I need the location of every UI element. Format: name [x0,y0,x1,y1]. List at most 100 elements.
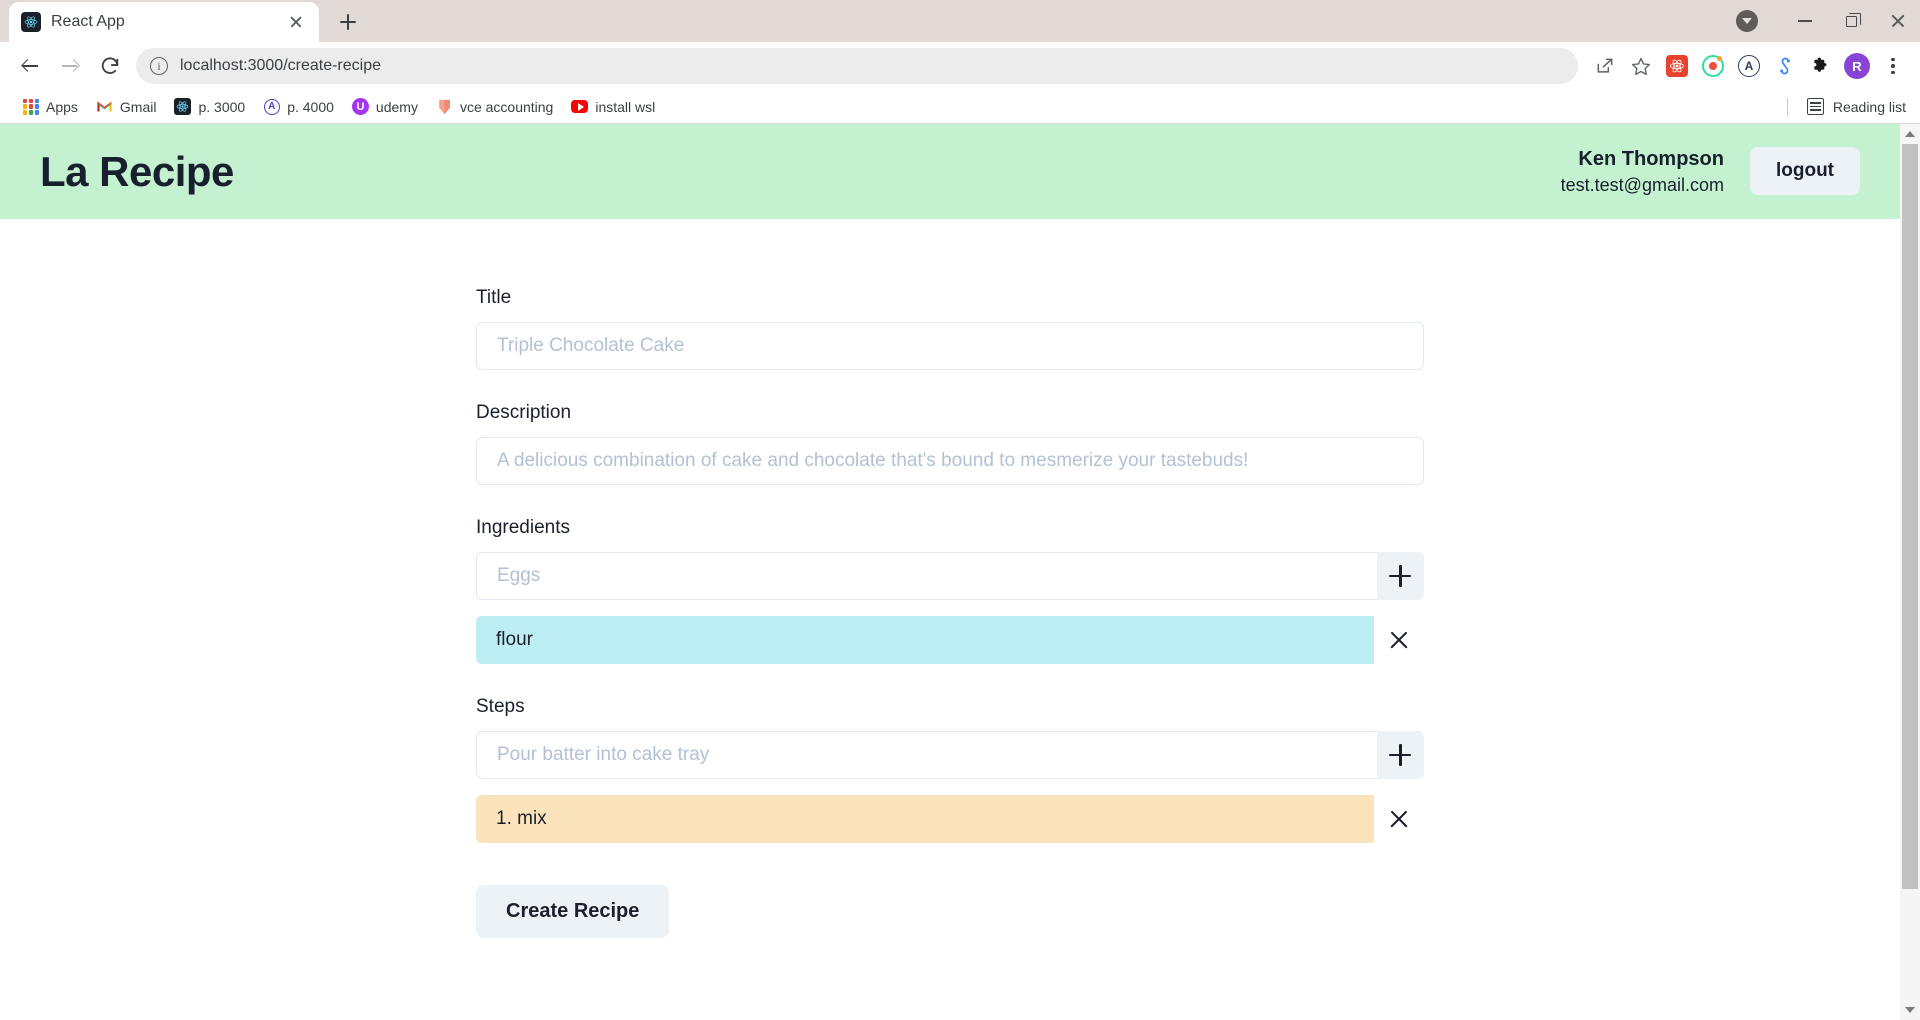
maximize-button[interactable] [1828,0,1874,42]
share-icon[interactable] [1588,49,1622,83]
remove-ingredient-button[interactable] [1374,616,1424,664]
bookmarks-bar: Apps Gmail p. 3000 A p. 4000 U udemy vce… [0,90,1920,124]
ingredient-list-item: flour [476,616,1424,664]
reading-list-icon [1806,98,1824,115]
bookmark-p3000[interactable]: p. 3000 [165,94,254,119]
new-tab-button[interactable] [331,5,365,39]
plus-icon [1389,565,1412,587]
scroll-down-icon[interactable] [1900,1000,1920,1020]
star-icon[interactable] [1624,49,1658,83]
bookmark-label: install wsl [595,98,656,115]
forward-button[interactable] [50,46,90,86]
blue-molecule-extension-icon[interactable] [1768,49,1802,83]
scrollbar-thumb[interactable] [1902,144,1918,889]
bookmark-label: p. 4000 [287,98,334,115]
minimize-button[interactable] [1782,0,1828,42]
youtube-icon [571,98,589,115]
bookmark-install-wsl[interactable]: install wsl [562,94,664,119]
ingredients-label: Ingredients [476,517,571,538]
ingredients-field-group: Ingredients flour [476,517,1424,664]
app-header: La Recipe Ken Thompson test.test@gmail.c… [0,124,1900,219]
description-input[interactable] [476,437,1424,485]
bookmark-label: vce accounting [459,98,554,115]
avatar-initial: R [1844,53,1870,79]
submit-row: Create Recipe [476,885,1424,938]
form-container: Title Description Ingredients [0,219,1900,1020]
bookmark-apps[interactable]: Apps [14,95,87,119]
web-page: La Recipe Ken Thompson test.test@gmail.c… [0,124,1900,1020]
browser-tab[interactable]: React App [9,2,319,42]
gmail-icon [96,98,113,115]
description-label: Description [476,402,572,423]
description-field-group: Description [476,402,1424,485]
create-recipe-form: Title Description Ingredients [476,287,1424,1020]
step-input[interactable] [476,731,1377,779]
browser-window: React App i localhost:3000/create-recipe [0,0,1920,1020]
bookmark-label: Gmail [119,98,157,115]
title-input[interactable] [476,322,1424,370]
add-step-button[interactable] [1376,731,1424,779]
toolbar-icons: A R [1588,49,1910,83]
logout-button[interactable]: logout [1749,147,1860,196]
close-icon [1388,808,1410,830]
ingredient-entry-row [476,552,1424,600]
scroll-up-icon[interactable] [1900,124,1920,144]
page-title: La Recipe [40,147,234,195]
page-scrollbar[interactable] [1900,124,1920,1020]
shield-icon [436,98,453,115]
user-area: Ken Thompson test.test@gmail.com logout [1561,146,1860,197]
react-devtools-extension-icon[interactable] [1660,49,1694,83]
window-controls [1736,0,1920,42]
step-list-item: 1. mix [476,795,1424,843]
bookmark-udemy[interactable]: U udemy [343,94,427,119]
chrome-menu-icon[interactable] [1876,49,1910,83]
info-circle-icon[interactable]: i [150,57,168,75]
title-field-group: Title [476,287,1424,370]
title-label: Title [476,287,512,308]
scrollbar-track[interactable] [1900,144,1920,1000]
bookmark-label: p. 3000 [198,98,246,115]
divider [1786,97,1788,116]
address-bar[interactable]: i localhost:3000/create-recipe [136,48,1578,84]
circled-a-icon: A [263,98,280,115]
add-ingredient-button[interactable] [1376,552,1424,600]
tab-strip: React App [0,0,1920,42]
circled-a-extension-icon[interactable]: A [1732,49,1766,83]
reading-list-button[interactable]: Reading list [1786,97,1906,116]
browser-toolbar: i localhost:3000/create-recipe A R [0,42,1920,90]
back-button[interactable] [10,46,50,86]
user-email: test.test@gmail.com [1560,174,1724,195]
user-info: Ken Thompson test.test@gmail.com [1561,146,1724,197]
reload-button[interactable] [90,46,130,86]
udemy-icon: U [351,98,369,115]
bookmark-gmail[interactable]: Gmail [87,94,166,119]
puzzle-extensions-icon[interactable] [1804,49,1838,83]
apps-grid-icon [23,98,39,115]
bookmark-p4000[interactable]: A p. 4000 [254,94,343,119]
step-entry-row [476,731,1424,779]
tab-search-icon[interactable] [1736,10,1758,32]
reading-list-label: Reading list [1832,98,1906,115]
step-item-text: 1. mix [476,795,1374,843]
steps-label: Steps [476,696,525,717]
bookmark-vce-accounting[interactable]: vce accounting [427,94,562,119]
url-text: localhost:3000/create-recipe [180,57,382,74]
close-tab-icon[interactable] [285,11,307,33]
close-window-button[interactable] [1874,0,1920,42]
react-icon [21,12,41,32]
steps-field-group: Steps 1. mix [476,696,1424,843]
bookmark-label: udemy [375,98,418,115]
profile-avatar[interactable]: R [1840,49,1874,83]
green-target-extension-icon[interactable] [1696,49,1730,83]
ingredient-input[interactable] [476,552,1377,600]
ingredient-item-text: flour [476,616,1374,664]
tab-title: React App [51,13,125,30]
remove-step-button[interactable] [1374,795,1424,843]
react-icon [174,98,192,115]
close-icon [1388,629,1410,651]
bookmark-label: Apps [46,98,78,115]
page-viewport: La Recipe Ken Thompson test.test@gmail.c… [0,124,1920,1020]
plus-icon [1389,744,1412,766]
user-name: Ken Thompson [1578,147,1724,170]
create-recipe-button[interactable]: Create Recipe [476,885,670,938]
